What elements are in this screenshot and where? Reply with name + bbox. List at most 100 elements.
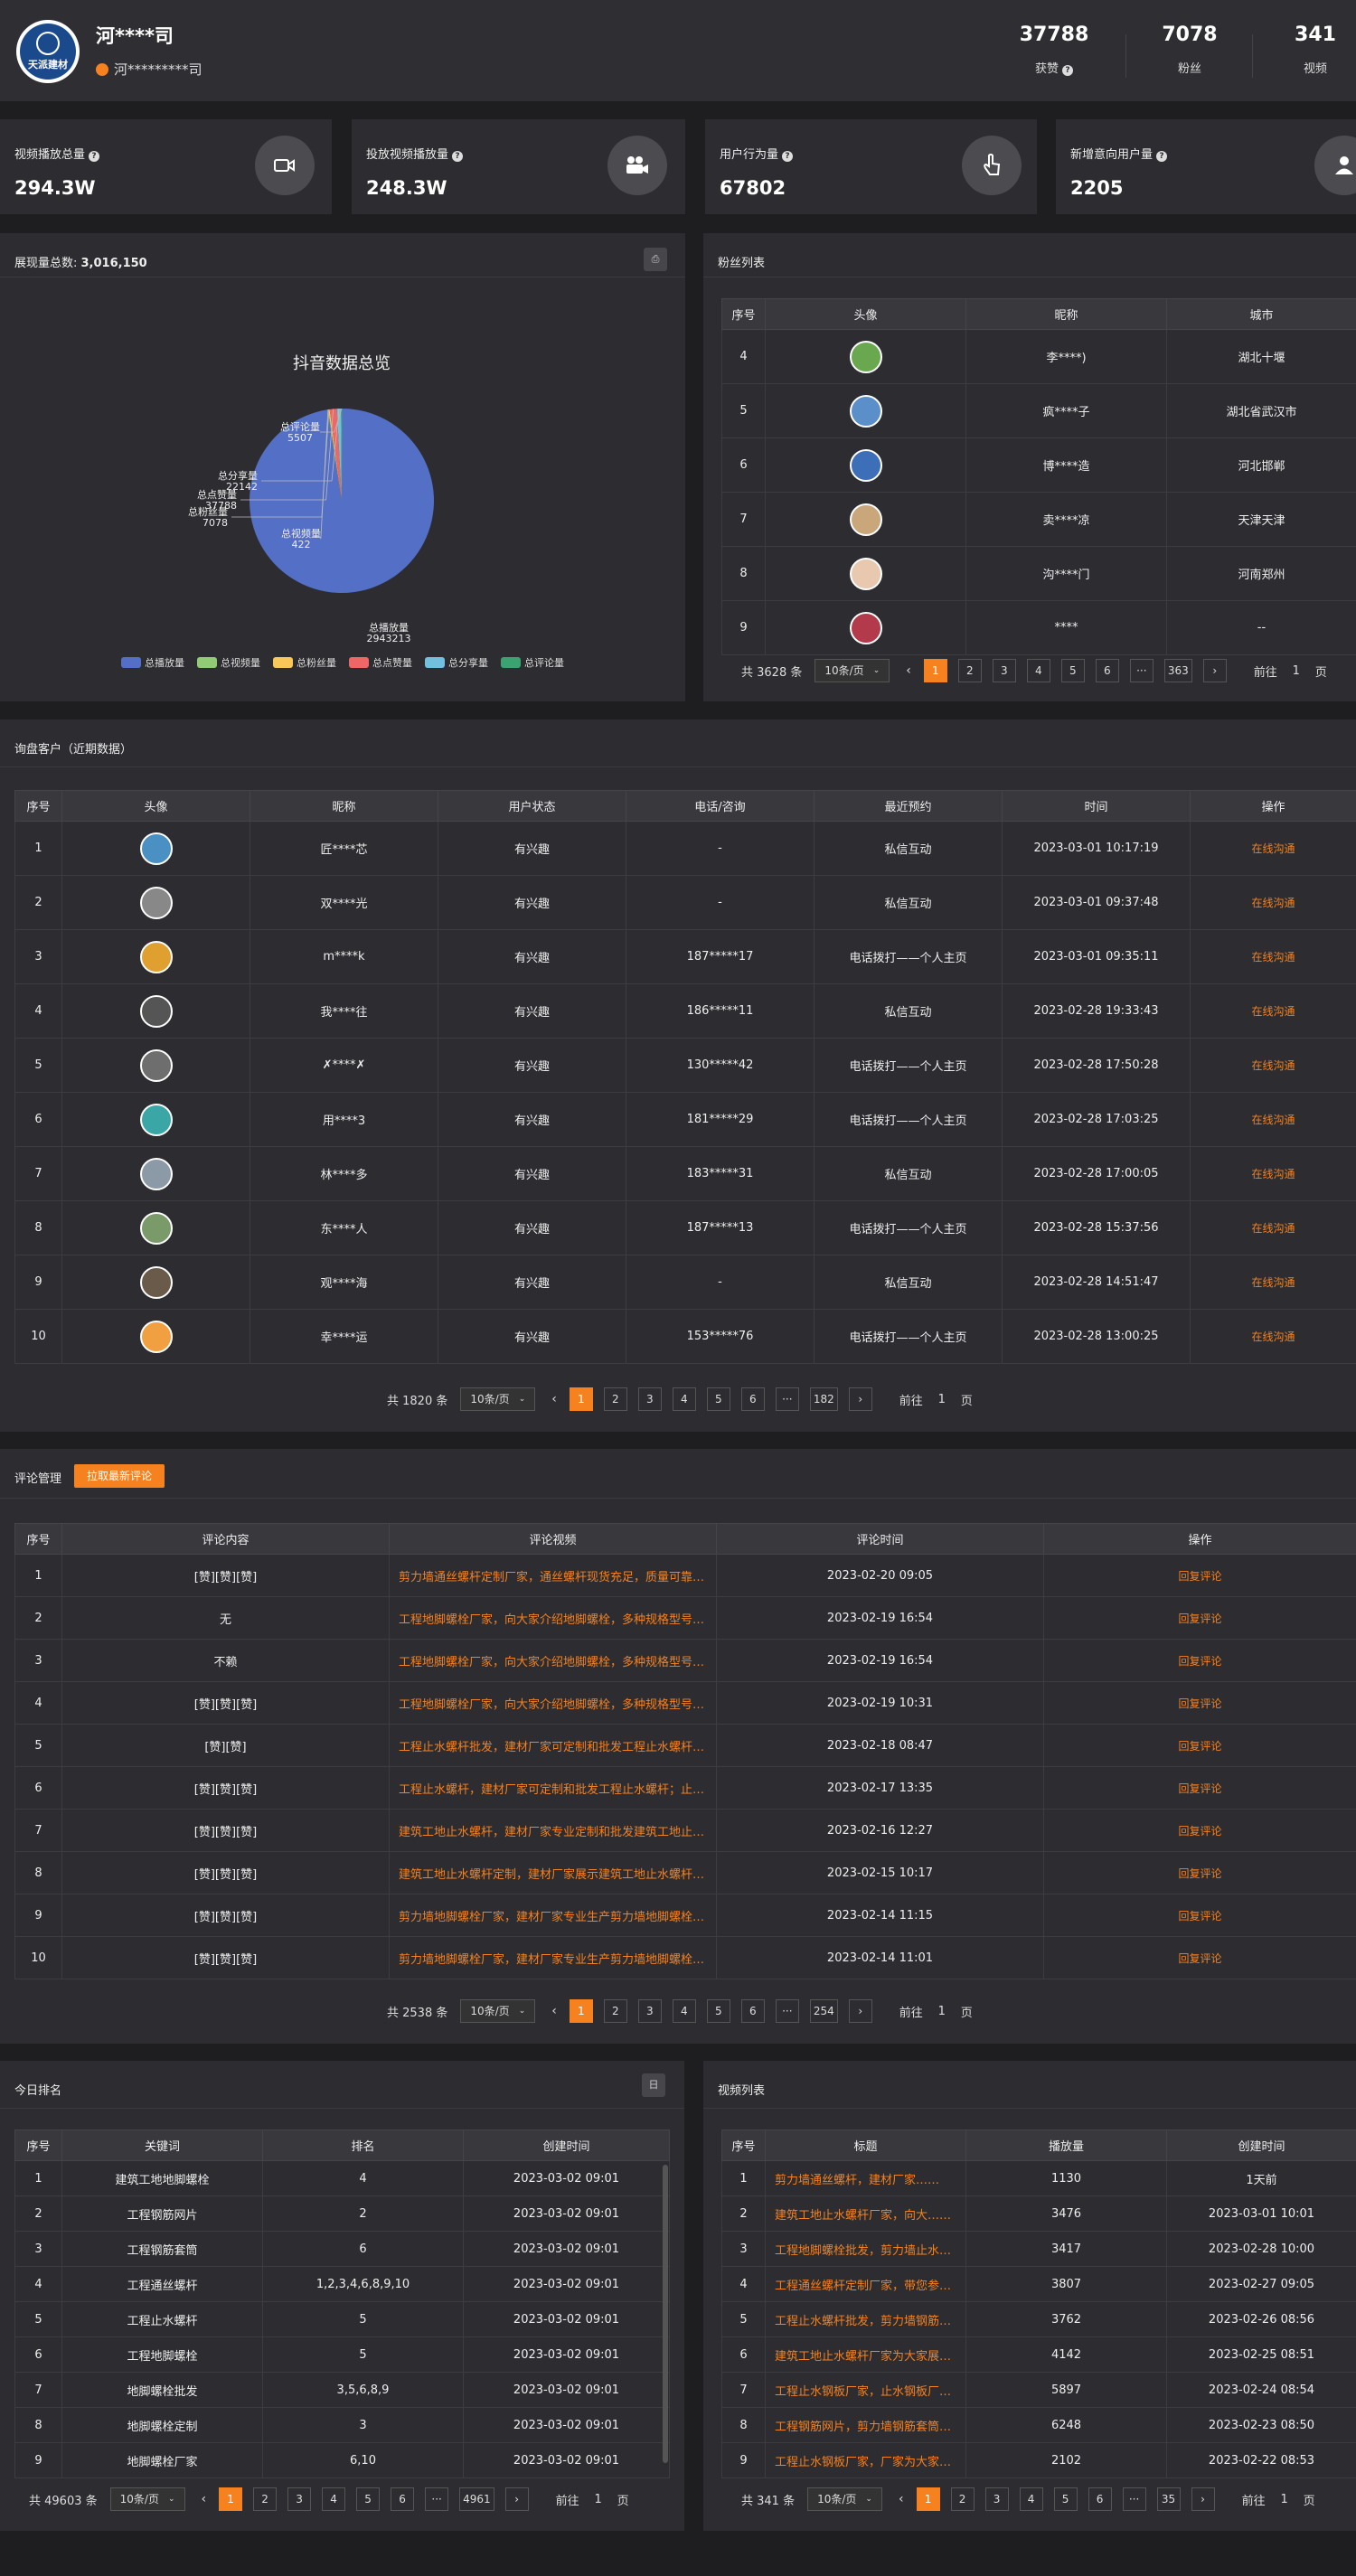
next-page-icon[interactable]: ›: [848, 1999, 872, 2023]
help-icon[interactable]: ?: [89, 151, 100, 162]
page-size-select[interactable]: 10条/页 ⌄: [460, 1999, 536, 2023]
page-size-select[interactable]: 10条/页 ⌄: [807, 2487, 882, 2511]
comment-video-link[interactable]: 工程地脚螺栓厂家，向大家介绍地脚螺栓，多种规格型号……: [389, 1639, 717, 1682]
page-button[interactable]: 254: [809, 1999, 838, 2023]
page-button[interactable]: 2: [603, 1387, 627, 1411]
page-button[interactable]: 1: [923, 659, 947, 682]
page-size-select[interactable]: 10条/页 ⌄: [815, 659, 890, 682]
page-button[interactable]: 6: [1095, 659, 1119, 682]
legend-item[interactable]: 总点赞量: [349, 655, 412, 670]
comment-video-link[interactable]: 工程止水螺杆，建材厂家可定制和批发工程止水螺杆；止……: [389, 1766, 717, 1810]
reply-comment-link[interactable]: 回复评论: [1178, 1655, 1221, 1668]
prev-page-icon[interactable]: ‹: [551, 2004, 557, 2018]
page-button[interactable]: 4: [1019, 2487, 1043, 2511]
goto-page-input[interactable]: 1: [928, 2005, 956, 2018]
comment-video-link[interactable]: 剪力墙地脚螺栓厂家，建材厂家专业生产剪力墙地脚螺栓……: [389, 1936, 717, 1979]
reply-comment-link[interactable]: 回复评论: [1178, 1612, 1221, 1625]
reply-comment-link[interactable]: 回复评论: [1178, 1570, 1221, 1583]
legend-item[interactable]: 总视频量: [197, 655, 260, 670]
reply-comment-link[interactable]: 回复评论: [1178, 1867, 1221, 1880]
page-button[interactable]: 2: [957, 659, 982, 682]
pull-comments-button[interactable]: 拉取最新评论: [74, 1464, 165, 1488]
reply-comment-link[interactable]: 回复评论: [1178, 1825, 1221, 1838]
online-chat-link[interactable]: 在线沟通: [1251, 1330, 1295, 1343]
page-button[interactable]: 1: [219, 2487, 243, 2511]
online-chat-link[interactable]: 在线沟通: [1251, 1222, 1295, 1235]
page-button[interactable]: 5: [356, 2487, 381, 2511]
help-icon[interactable]: ?: [782, 151, 794, 162]
next-page-icon[interactable]: ›: [504, 2487, 529, 2511]
legend-item[interactable]: 总粉丝量: [273, 655, 336, 670]
page-button[interactable]: 2: [253, 2487, 278, 2511]
online-chat-link[interactable]: 在线沟通: [1251, 1114, 1295, 1126]
page-button[interactable]: 5: [1053, 2487, 1078, 2511]
page-button[interactable]: 363: [1163, 659, 1192, 682]
video-title-link[interactable]: 建筑工地止水螺杆厂家为大家展……: [765, 2336, 966, 2373]
legend-item[interactable]: 总评论量: [501, 655, 564, 670]
comment-video-link[interactable]: 建筑工地止水螺杆，建材厂家专业定制和批发建筑工地止……: [389, 1809, 717, 1852]
video-title-link[interactable]: 剪力墙通丝螺杆，建材厂家……: [765, 2160, 966, 2196]
legend-item[interactable]: 总播放量: [121, 655, 184, 670]
goto-page-input[interactable]: 1: [1271, 2493, 1298, 2506]
page-button[interactable]: 2: [950, 2487, 975, 2511]
page-button[interactable]: 35: [1156, 2487, 1181, 2511]
page-button[interactable]: ···: [775, 1387, 799, 1411]
comment-video-link[interactable]: 剪力墙地脚螺栓厂家，建材厂家专业生产剪力墙地脚螺栓……: [389, 1894, 717, 1937]
comment-video-link[interactable]: 工程地脚螺栓厂家，向大家介绍地脚螺栓，多种规格型号……: [389, 1681, 717, 1725]
page-button[interactable]: 3: [637, 1387, 662, 1411]
page-button[interactable]: 6: [740, 1387, 765, 1411]
video-title-link[interactable]: 工程钢筋网片，剪力墙钢筋套筒……: [765, 2407, 966, 2443]
page-button[interactable]: 4: [1026, 659, 1050, 682]
online-chat-link[interactable]: 在线沟通: [1251, 951, 1295, 964]
page-size-select[interactable]: 10条/页 ⌄: [460, 1387, 536, 1411]
ranking-scrollbar[interactable]: [663, 2165, 668, 2463]
video-title-link[interactable]: 工程止水钢板厂家，厂家为大家……: [765, 2442, 966, 2478]
page-button[interactable]: 3: [637, 1999, 662, 2023]
reply-comment-link[interactable]: 回复评论: [1178, 1697, 1221, 1710]
page-button[interactable]: 182: [809, 1387, 838, 1411]
page-button[interactable]: 2: [603, 1999, 627, 2023]
page-button[interactable]: ···: [1122, 2487, 1146, 2511]
prev-page-icon[interactable]: ‹: [551, 1392, 557, 1406]
page-button[interactable]: 3: [984, 2487, 1009, 2511]
page-button[interactable]: 4: [672, 1387, 696, 1411]
online-chat-link[interactable]: 在线沟通: [1251, 1005, 1295, 1018]
export-button[interactable]: ⎙: [644, 248, 667, 271]
page-button[interactable]: 1: [569, 1999, 593, 2023]
page-button[interactable]: 6: [1088, 2487, 1112, 2511]
next-page-icon[interactable]: ›: [1191, 2487, 1215, 2511]
legend-item[interactable]: 总分享量: [425, 655, 488, 670]
video-title-link[interactable]: 建筑工地止水螺杆厂家，向大……: [765, 2195, 966, 2232]
video-title-link[interactable]: 工程通丝螺杆定制厂家，带您参……: [765, 2266, 966, 2302]
reply-comment-link[interactable]: 回复评论: [1178, 1910, 1221, 1923]
page-size-select[interactable]: 10条/页 ⌄: [109, 2487, 185, 2511]
page-button[interactable]: 3: [287, 2487, 312, 2511]
page-button[interactable]: 4: [322, 2487, 346, 2511]
page-button[interactable]: 4: [672, 1999, 696, 2023]
page-button[interactable]: 3: [992, 659, 1016, 682]
goto-page-input[interactable]: 1: [585, 2493, 612, 2506]
online-chat-link[interactable]: 在线沟通: [1251, 1168, 1295, 1180]
online-chat-link[interactable]: 在线沟通: [1251, 1059, 1295, 1072]
goto-page-input[interactable]: 1: [928, 1393, 956, 1406]
video-title-link[interactable]: 工程止水螺杆批发，剪力墙钢筋……: [765, 2301, 966, 2337]
reply-comment-link[interactable]: 回复评论: [1178, 1740, 1221, 1753]
page-button[interactable]: 4961: [459, 2487, 494, 2511]
page-button[interactable]: 1: [916, 2487, 940, 2511]
reply-comment-link[interactable]: 回复评论: [1178, 1952, 1221, 1965]
page-button[interactable]: 1: [569, 1387, 593, 1411]
next-page-icon[interactable]: ›: [848, 1387, 872, 1411]
help-icon[interactable]: ?: [1156, 151, 1168, 162]
next-page-icon[interactable]: ›: [1202, 659, 1227, 682]
prev-page-icon[interactable]: ‹: [202, 2492, 207, 2506]
page-button[interactable]: 5: [706, 1999, 730, 2023]
online-chat-link[interactable]: 在线沟通: [1251, 842, 1295, 855]
prev-page-icon[interactable]: ‹: [899, 2492, 904, 2506]
page-button[interactable]: 5: [706, 1387, 730, 1411]
page-button[interactable]: 6: [391, 2487, 415, 2511]
online-chat-link[interactable]: 在线沟通: [1251, 897, 1295, 909]
comment-video-link[interactable]: 建筑工地止水螺杆定制，建材厂家展示建筑工地止水螺杆……: [389, 1851, 717, 1894]
video-title-link[interactable]: 工程止水钢板厂家，止水钢板厂……: [765, 2372, 966, 2408]
help-icon[interactable]: ?: [452, 151, 464, 162]
prev-page-icon[interactable]: ‹: [906, 663, 911, 678]
